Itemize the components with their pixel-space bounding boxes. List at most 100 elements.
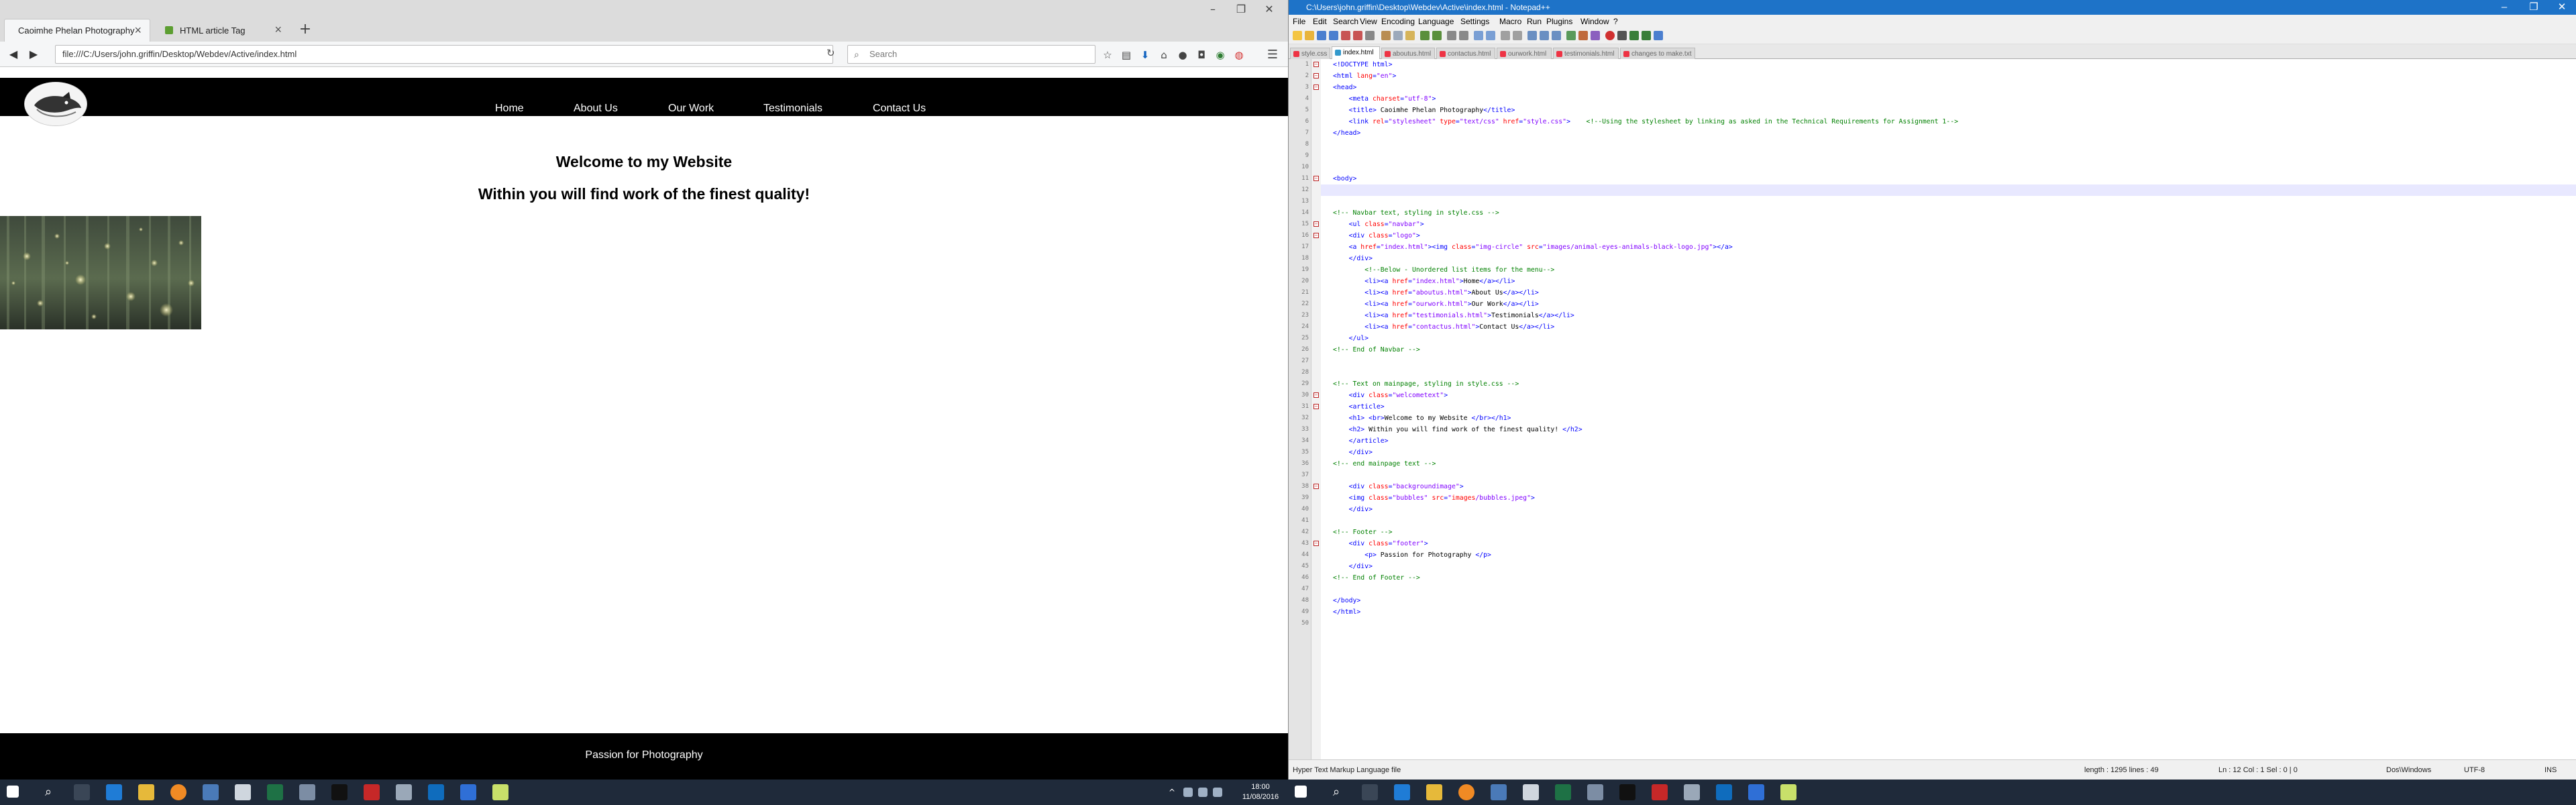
close-window-icon[interactable]: ✕ xyxy=(2548,0,2575,15)
fold-toggle-icon[interactable]: − xyxy=(1313,62,1319,67)
excel-icon[interactable] xyxy=(1555,784,1571,800)
pocket-icon[interactable]: ◘ xyxy=(1194,48,1209,62)
addon-icon[interactable]: ◍ xyxy=(1232,48,1246,62)
app-icon[interactable] xyxy=(1523,784,1539,800)
download-icon[interactable]: ⬇ xyxy=(1138,48,1152,62)
tab-style-css[interactable]: style.css xyxy=(1290,48,1330,59)
zoom-in-icon[interactable] xyxy=(1474,31,1483,40)
task-view-icon[interactable] xyxy=(1362,784,1378,800)
close-file-icon[interactable] xyxy=(1341,31,1350,40)
nav-contact-us[interactable]: Contact Us xyxy=(873,101,926,117)
code-editor[interactable]: 1 2 3 4 5 6 7 8 9 10 11 12 13 14 15 16 17 18 19 20 21 22 23 24 2… xyxy=(1289,59,2576,759)
play-multiple-icon[interactable] xyxy=(1642,31,1651,40)
tab-aboutus-html[interactable]: aboutus.html xyxy=(1381,48,1435,59)
zoom-out-icon[interactable] xyxy=(1486,31,1495,40)
cmd-icon[interactable] xyxy=(1619,784,1635,800)
acrobat-icon[interactable] xyxy=(364,784,380,800)
file-explorer-icon[interactable] xyxy=(138,784,154,800)
fold-toggle-icon[interactable]: − xyxy=(1313,176,1319,181)
print-icon[interactable] xyxy=(1365,31,1375,40)
chevron-up-icon[interactable]: ^ xyxy=(1169,788,1178,797)
menu-edit[interactable]: Edit xyxy=(1313,15,1327,28)
close-all-icon[interactable] xyxy=(1353,31,1362,40)
menu-help[interactable]: ? xyxy=(1613,15,1618,28)
menu-view[interactable]: View xyxy=(1360,15,1377,28)
edge-icon[interactable] xyxy=(106,784,122,800)
menu-encoding[interactable]: Encoding xyxy=(1381,15,1415,28)
menu-run[interactable]: Run xyxy=(1527,15,1542,28)
fold-toggle-icon[interactable]: − xyxy=(1313,484,1319,489)
all-chars-icon[interactable] xyxy=(1540,31,1549,40)
app-icon[interactable] xyxy=(1491,784,1507,800)
menu-window[interactable]: Window xyxy=(1580,15,1609,28)
url-bar[interactable]: file:///C:/Users/john.griffin/Desktop/We… xyxy=(55,45,833,64)
fold-toggle-icon[interactable]: − xyxy=(1313,404,1319,409)
cut-icon[interactable] xyxy=(1381,31,1391,40)
app-icon[interactable] xyxy=(1587,784,1603,800)
app-icon[interactable] xyxy=(396,784,412,800)
forward-icon[interactable]: ▶ xyxy=(25,47,42,62)
cmd-icon[interactable] xyxy=(331,784,347,800)
lang-icon[interactable] xyxy=(1566,31,1576,40)
app-icon[interactable] xyxy=(299,784,315,800)
fold-toggle-icon[interactable]: − xyxy=(1313,541,1319,546)
reload-icon[interactable]: ↻ xyxy=(826,47,835,59)
doc-map-icon[interactable] xyxy=(1578,31,1588,40)
back-icon[interactable]: ◀ xyxy=(5,47,21,62)
close-icon[interactable]: × xyxy=(134,23,142,38)
sync-h-icon[interactable] xyxy=(1513,31,1522,40)
network-icon[interactable] xyxy=(1183,788,1193,797)
bookmark-star-icon[interactable]: ☆ xyxy=(1100,48,1115,62)
tab-html-article[interactable]: HTML article Tag × xyxy=(152,19,290,42)
tab-testimonials-html[interactable]: testimonials.html xyxy=(1553,48,1619,59)
chat-icon[interactable]: ● xyxy=(1175,48,1190,62)
indent-guide-icon[interactable] xyxy=(1552,31,1561,40)
record-macro-icon[interactable] xyxy=(1605,31,1615,40)
nav-testimonials[interactable]: Testimonials xyxy=(763,101,822,117)
search-input[interactable]: ⌕ Search xyxy=(847,45,1095,64)
app-icon[interactable] xyxy=(1716,784,1732,800)
notepadpp-icon[interactable] xyxy=(492,784,508,800)
firefox-icon[interactable] xyxy=(170,784,186,800)
new-tab-button[interactable]: + xyxy=(295,20,315,40)
start-icon[interactable] xyxy=(1295,786,1307,798)
undo-icon[interactable] xyxy=(1420,31,1430,40)
close-window-icon[interactable]: ✕ xyxy=(1256,0,1283,19)
maximize-icon[interactable]: ❐ xyxy=(2520,0,2547,15)
fold-toggle-icon[interactable]: − xyxy=(1313,221,1319,227)
notepadpp-icon[interactable] xyxy=(1780,784,1796,800)
play-macro-icon[interactable] xyxy=(1629,31,1639,40)
open-file-icon[interactable] xyxy=(1305,31,1314,40)
sync-v-icon[interactable] xyxy=(1501,31,1510,40)
tab-contactus-html[interactable]: contactus.html xyxy=(1436,48,1495,59)
task-view-icon[interactable] xyxy=(74,784,90,800)
replace-icon[interactable] xyxy=(1459,31,1468,40)
volume-icon[interactable] xyxy=(1198,788,1208,797)
nav-our-work[interactable]: Our Work xyxy=(668,101,714,117)
outlook-icon[interactable] xyxy=(460,784,476,800)
minimize-icon[interactable]: – xyxy=(2491,0,2518,15)
maximize-icon[interactable]: ❐ xyxy=(1228,0,1254,19)
new-file-icon[interactable] xyxy=(1293,31,1302,40)
save-all-icon[interactable] xyxy=(1329,31,1338,40)
extension-icon[interactable]: ◉ xyxy=(1213,48,1228,62)
tab-caoimhe-phelan[interactable]: Caoimhe Phelan Photography × xyxy=(4,19,150,42)
fold-toggle-icon[interactable]: − xyxy=(1313,392,1319,398)
keyboard-icon[interactable] xyxy=(1213,788,1222,797)
fold-toggle-icon[interactable]: − xyxy=(1313,233,1319,238)
app-icon[interactable] xyxy=(235,784,251,800)
menu-plugins[interactable]: Plugins xyxy=(1546,15,1572,28)
start-icon[interactable] xyxy=(7,786,19,798)
taskbar-clock[interactable]: 18:00 11/08/2016 xyxy=(1237,782,1284,802)
menu-language[interactable]: Language xyxy=(1418,15,1454,28)
tab-changes-txt[interactable]: changes to make.txt xyxy=(1620,48,1695,59)
menu-file[interactable]: File xyxy=(1293,15,1305,28)
site-logo[interactable] xyxy=(24,82,87,126)
app-icon[interactable] xyxy=(428,784,444,800)
search-icon[interactable]: ⌕ xyxy=(1328,784,1344,800)
wrap-icon[interactable] xyxy=(1527,31,1537,40)
copy-icon[interactable] xyxy=(1393,31,1403,40)
find-icon[interactable] xyxy=(1447,31,1456,40)
nav-home[interactable]: Home xyxy=(495,101,524,117)
menu-macro[interactable]: Macro xyxy=(1499,15,1521,28)
